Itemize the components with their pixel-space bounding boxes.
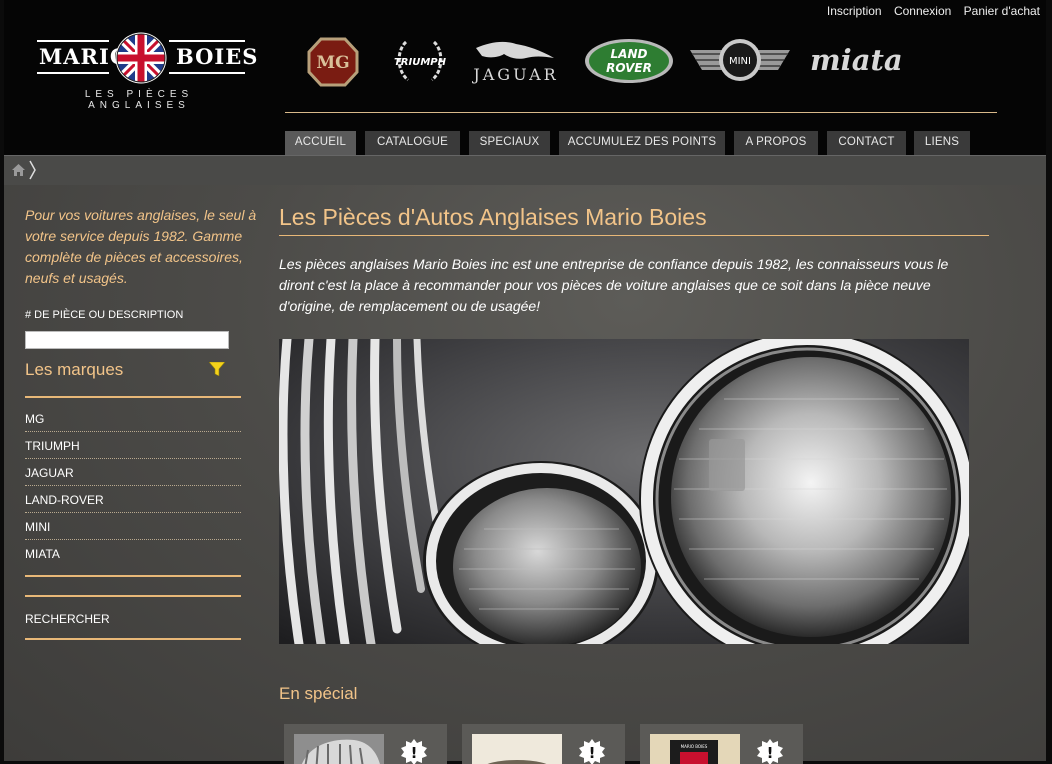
logo-subtitle: LES PIÈCES ANGLAISES [84,89,194,111]
marques-bottom-rule [25,575,241,577]
marques-top-rule [25,396,241,398]
brand-logo-mini[interactable]: MINI [688,36,792,84]
marques-title: Les marques [25,360,124,379]
nav-accumulez-des-points[interactable]: ACCUMULEZ DES POINTS [559,131,725,155]
brand-logo-jaguar[interactable]: JAGUAR [470,36,562,86]
header-divider [285,112,997,113]
search-label: # DE PIÈCE OU DESCRIPTION [25,309,184,321]
logo-name-right: BOIES [176,44,259,69]
nav-a-propos[interactable]: A PROPOS [734,131,818,155]
svg-text:miata: miata [810,43,903,77]
special-card[interactable]: ! [462,724,625,764]
content-area: Pour vos voitures anglaises, le seul à v… [4,185,1046,764]
nav-accueil[interactable]: ACCUEIL [285,131,356,155]
special-card[interactable]: MARIO BOIES ! [640,724,803,764]
sidebar-intro: Pour vos voitures anglaises, le seul à v… [25,207,257,286]
breadcrumb [4,155,1046,186]
marque-item-triumph[interactable]: TRIUMPH [25,432,241,459]
cart-link[interactable]: Panier d'achat [964,4,1040,18]
svg-text:LAND: LAND [611,47,648,61]
svg-text:MARIO BOIES: MARIO BOIES [681,744,708,749]
special-card[interactable]: ! [284,724,447,764]
search-top-rule [25,595,241,597]
nav-liens[interactable]: LIENS [914,131,970,155]
chevron-right-icon [29,160,36,180]
svg-text:!: ! [767,744,774,762]
account-links: Inscription Connexion Panier d'achat [818,4,1040,18]
search-bottom-rule [25,638,241,640]
nav-catalogue[interactable]: CATALOGUE [365,131,460,155]
special-thumb-grille [294,734,384,764]
brand-logo-landrover[interactable]: LAND ROVER [584,38,676,84]
union-jack-icon [115,32,167,84]
special-thumb-part [472,734,562,764]
signup-link[interactable]: Inscription [827,4,882,18]
search-input[interactable] [25,331,229,349]
brand-logo-mg[interactable]: MG [307,36,359,88]
site-logo[interactable]: MARIO BOIES LES PIÈCES ANGLAISES [33,32,257,111]
filter-icon[interactable] [209,362,225,376]
svg-text:MINI: MINI [729,56,751,67]
special-badge-icon: ! [757,739,783,764]
page-description: Les pièces anglaises Mario Boies inc est… [279,256,949,314]
svg-text:!: ! [589,744,596,762]
special-badge-icon: ! [401,739,427,764]
svg-text:TRIUMPH: TRIUMPH [394,57,447,68]
marques-list: MG TRIUMPH JAGUAR LAND-ROVER MINI MIATA [25,405,241,566]
svg-text:JAGUAR: JAGUAR [471,65,558,84]
special-title: En spécial [279,684,358,703]
svg-text:MG: MG [316,53,349,73]
brand-logo-miata[interactable]: miata [808,42,926,78]
login-link[interactable]: Connexion [894,4,951,18]
special-thumb-product: MARIO BOIES [650,734,740,764]
svg-text:ROVER: ROVER [606,61,652,75]
special-badge-icon: ! [579,739,605,764]
title-rule [279,235,989,236]
nav-contact[interactable]: CONTACT [827,131,906,155]
marque-item-land-rover[interactable]: LAND-ROVER [25,486,241,513]
page-title: Les Pièces d'Autos Anglaises Mario Boies [279,204,707,230]
marque-item-jaguar[interactable]: JAGUAR [25,459,241,486]
svg-text:!: ! [411,744,418,762]
brand-logo-triumph[interactable]: TRIUMPH [392,36,448,86]
home-icon[interactable] [12,164,25,176]
hero-image-headlights [279,339,969,644]
rechercher-link[interactable]: RECHERCHER [25,612,110,626]
marque-item-mini[interactable]: MINI [25,513,241,540]
marque-item-mg[interactable]: MG [25,405,241,432]
marque-item-miata[interactable]: MIATA [25,540,241,566]
nav-speciaux[interactable]: SPECIAUX [469,131,550,155]
